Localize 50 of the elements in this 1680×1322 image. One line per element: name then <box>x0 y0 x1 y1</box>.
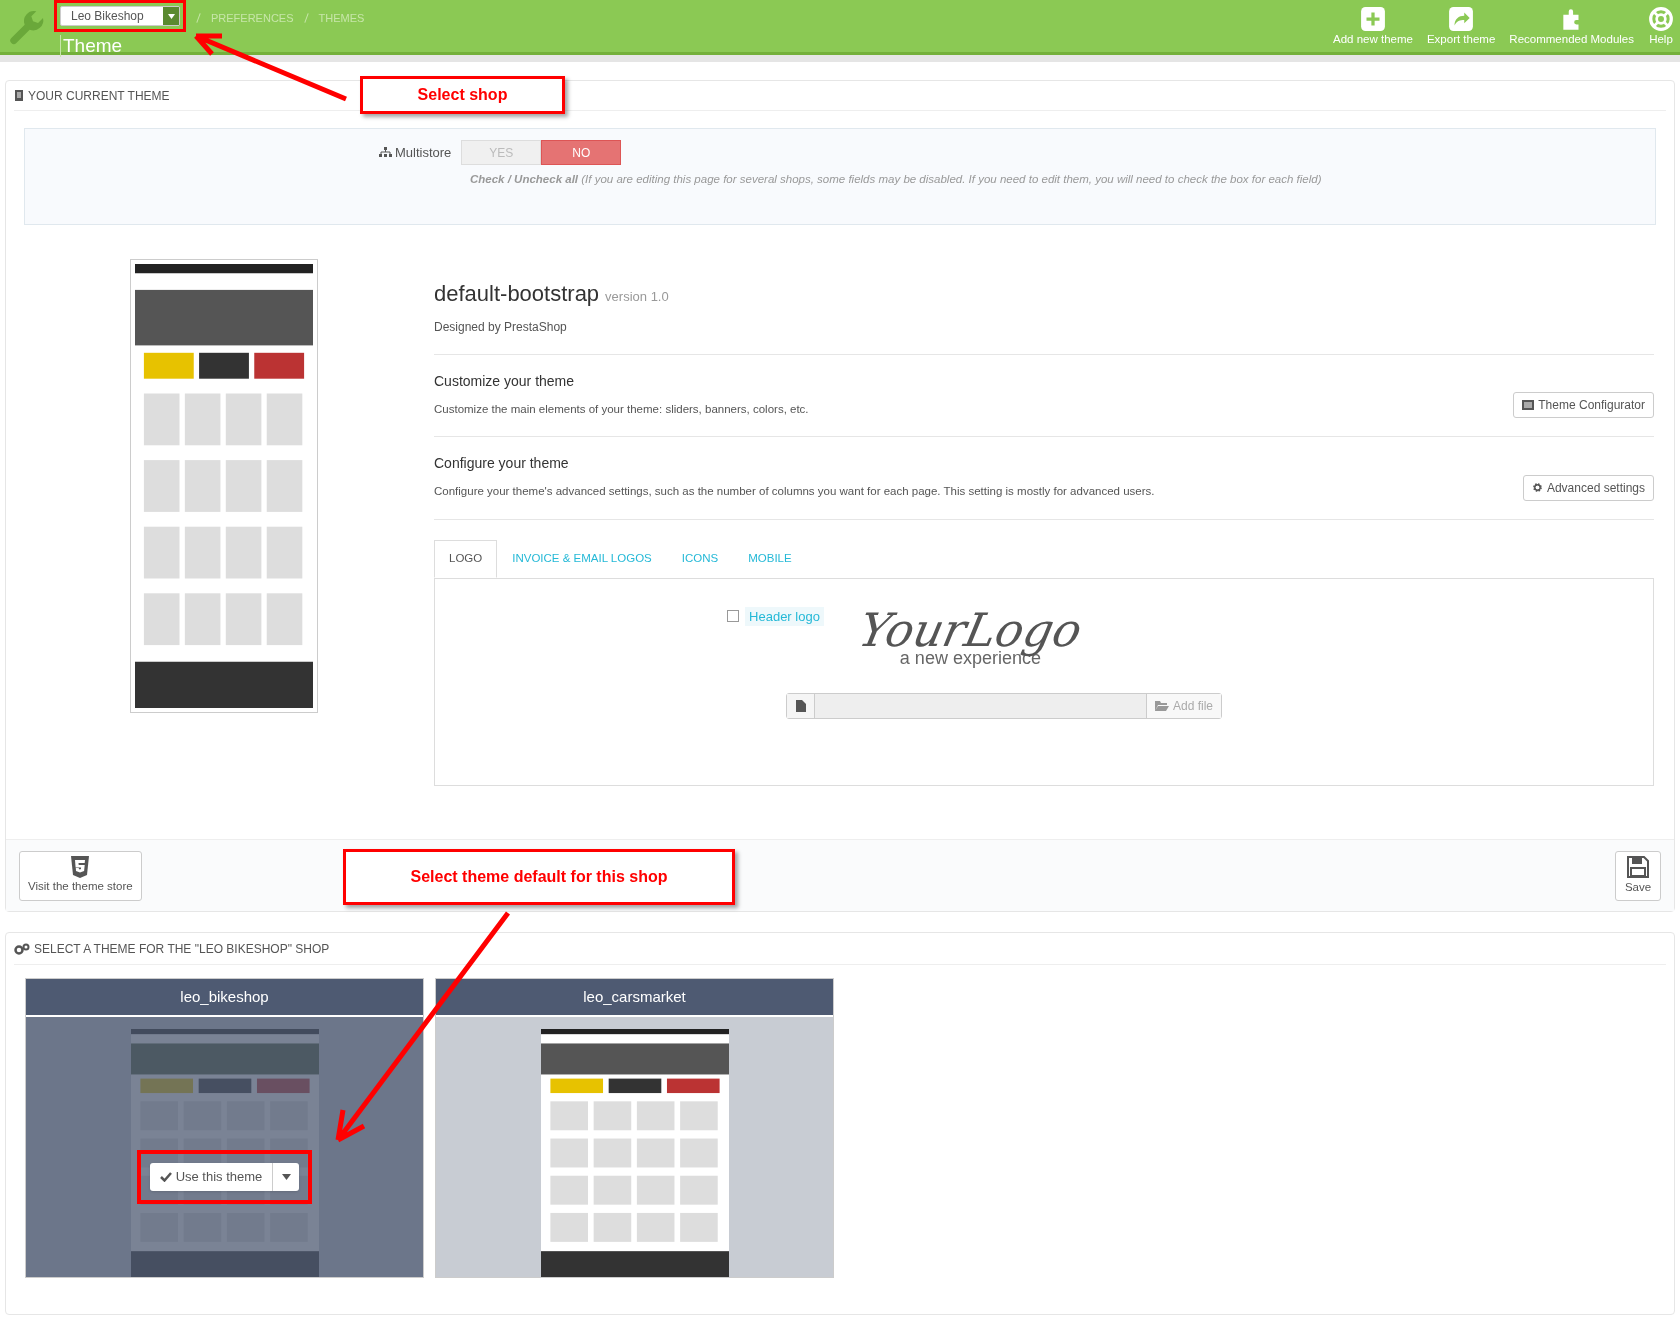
save-button[interactable]: Save <box>1615 850 1661 901</box>
panel-title: YOUR CURRENT THEME <box>28 87 170 105</box>
theme-card[interactable]: leo_bikeshop Use this theme <box>25 978 424 1278</box>
gears-icon <box>14 942 30 955</box>
breadcrumb-link[interactable]: PREFERENCES <box>211 9 294 27</box>
checkbox[interactable] <box>727 610 740 623</box>
annotation-callout: Select theme default for this shop <box>343 849 735 905</box>
theme-card-title: leo_carsmarket <box>583 986 686 1007</box>
toolbar-button[interactable]: Export theme <box>1426 6 1496 46</box>
section-description: Configure your theme's advanced settings, such as the number of columns you want for each page. This setting is mostly for advanced users. <box>434 484 1156 500</box>
breadcrumb-link[interactable]: THEMES <box>318 9 365 27</box>
annotation-callout: Select shop <box>360 76 565 114</box>
tab[interactable]: INVOICE & EMAIL LOGOS <box>497 539 667 578</box>
gear-icon <box>1531 482 1543 493</box>
theme-version: version 1.0 <box>605 288 669 306</box>
toolbar-button[interactable]: Help <box>1648 6 1674 46</box>
multistore-hint: Check / Uncheck all (If you are editing this page for several shops, some fields may be disabled. If you need to edit them, you will need to check the box for each field) <box>470 172 1323 187</box>
theme-card-title: leo_bikeshop <box>180 986 269 1007</box>
plus-icon <box>1359 6 1386 32</box>
add-file-button[interactable]: Add file <box>1145 693 1221 718</box>
theme-name: default-bootstrap <box>434 280 600 308</box>
section-button[interactable]: Advanced settings <box>1522 474 1654 501</box>
caret-icon <box>281 1174 291 1180</box>
file-icon <box>795 699 806 712</box>
file-field[interactable]: Add file <box>786 692 1222 719</box>
tab[interactable]: ICONS <box>666 539 734 578</box>
caret-icon <box>167 13 175 19</box>
section-button[interactable]: Theme Configurator <box>1513 392 1654 419</box>
shop-selector[interactable]: Leo Bikeshop <box>60 6 180 26</box>
theme-card[interactable]: leo_carsmarket <box>435 978 834 1278</box>
toolbar-button[interactable]: Add new theme <box>1333 6 1413 46</box>
html5-shield-icon <box>70 855 91 878</box>
panel-title: SELECT A THEME FOR THE "LEO BIKESHOP" SHOP <box>34 940 330 958</box>
field-label: Header logo <box>745 606 824 626</box>
toolbar-button[interactable]: Recommended Modules <box>1509 6 1634 46</box>
section-title: Customize your theme <box>434 372 576 391</box>
folder-icon <box>1154 700 1169 711</box>
theme-designer: Designed by PrestaShop <box>434 319 568 336</box>
tab[interactable]: MOBILE <box>733 539 807 578</box>
logo-drawing: YourLogo a new experience <box>859 604 1081 667</box>
tab[interactable]: LOGO <box>434 539 498 578</box>
checkmark-icon <box>159 1172 172 1182</box>
multistore-label: Multistore <box>395 143 452 162</box>
lifebuoy-icon <box>1648 6 1674 32</box>
toggle-option[interactable]: NO <box>541 140 622 165</box>
theme-store-button[interactable]: Visit the theme store <box>19 850 142 901</box>
sitemap-icon <box>379 147 392 158</box>
document-icon <box>14 90 24 101</box>
section-title: Configure your theme <box>434 454 570 474</box>
section-description: Customize the main elements of your theme: sliders, banners, colors, etc. <box>434 402 810 417</box>
